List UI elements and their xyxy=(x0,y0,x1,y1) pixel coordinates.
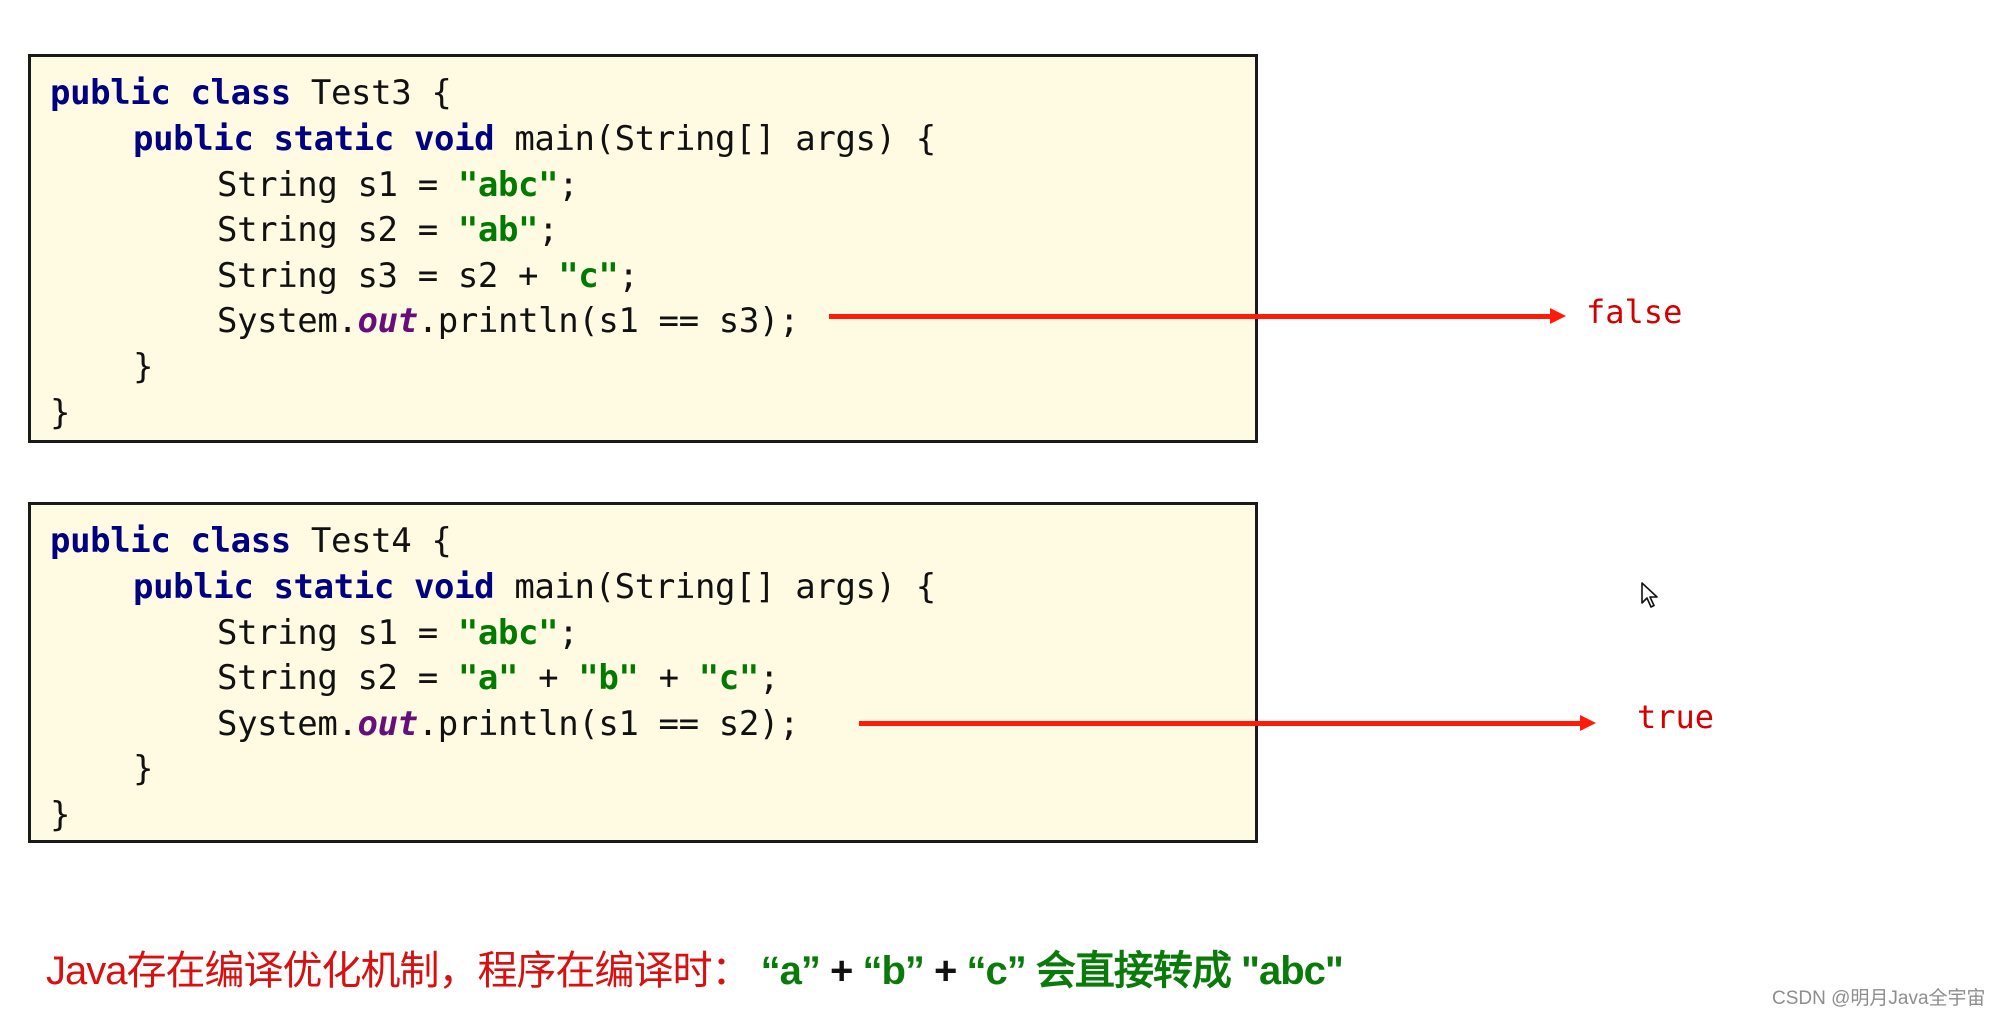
code-line: System.out.println(s1 == s3); xyxy=(217,301,800,341)
keyword: public static void xyxy=(133,567,495,607)
code-line: String s1 = "abc"; xyxy=(217,613,579,653)
code-block-test3: public class Test3 { public static void … xyxy=(28,54,1258,443)
string-literal: "b" xyxy=(578,658,639,698)
keyword: public static void xyxy=(133,119,495,159)
code-line: public class Test3 { xyxy=(50,73,452,113)
code-line: System.out.println(s1 == s2); xyxy=(217,704,800,744)
arrow-head-icon xyxy=(1580,715,1596,731)
keyword: public class xyxy=(50,73,291,113)
string-literal: "ab" xyxy=(457,210,539,250)
note-literal-a: “a” xyxy=(760,949,821,993)
result-false: false xyxy=(1586,293,1683,331)
note-prefix: Java存在编译优化机制，程序在编译时： xyxy=(46,949,751,993)
code-line: } xyxy=(133,347,154,387)
note-literal-c: “c” xyxy=(966,949,1027,993)
code-line: String s2 = "ab"; xyxy=(217,210,559,250)
code-line: String s2 = "a" + "b" + "c"; xyxy=(217,658,780,698)
code-block-test4: public class Test4 { public static void … xyxy=(28,502,1258,843)
keyword: public class xyxy=(50,521,291,561)
mouse-cursor-icon xyxy=(1641,582,1658,608)
note-middle: 会直接转成 xyxy=(1035,949,1232,993)
note-literal-b: “b” xyxy=(862,949,924,993)
arrow-head-icon xyxy=(1550,308,1566,324)
code-line: String s3 = s2 + "c"; xyxy=(217,256,639,296)
explanation-note: Java存在编译优化机制，程序在编译时： “a” + “b” + “c” 会直接… xyxy=(46,946,1344,996)
note-plus: + xyxy=(934,949,957,993)
code-line: } xyxy=(50,795,71,835)
string-literal: "c" xyxy=(558,256,619,296)
code-line: String s1 = "abc"; xyxy=(217,165,579,205)
arrow-line xyxy=(829,314,1551,319)
code-line: public static void main(String[] args) { xyxy=(133,119,936,159)
result-true: true xyxy=(1637,698,1715,736)
static-field: out xyxy=(357,301,419,341)
string-literal: "c" xyxy=(698,658,760,698)
code-line: public static void main(String[] args) { xyxy=(133,567,936,607)
static-field: out xyxy=(357,704,419,744)
note-literal-abc: "abc" xyxy=(1241,949,1344,993)
code-line: } xyxy=(133,749,154,789)
watermark: CSDN @明月Java全宇宙 xyxy=(1772,988,1986,1009)
note-plus: + xyxy=(830,949,853,993)
arrow-line xyxy=(859,721,1581,726)
string-literal: "a" xyxy=(457,658,519,698)
string-literal: "abc" xyxy=(457,613,559,653)
string-literal: "abc" xyxy=(457,165,559,205)
code-line: public class Test4 { xyxy=(50,521,452,561)
code-line: } xyxy=(50,393,71,433)
